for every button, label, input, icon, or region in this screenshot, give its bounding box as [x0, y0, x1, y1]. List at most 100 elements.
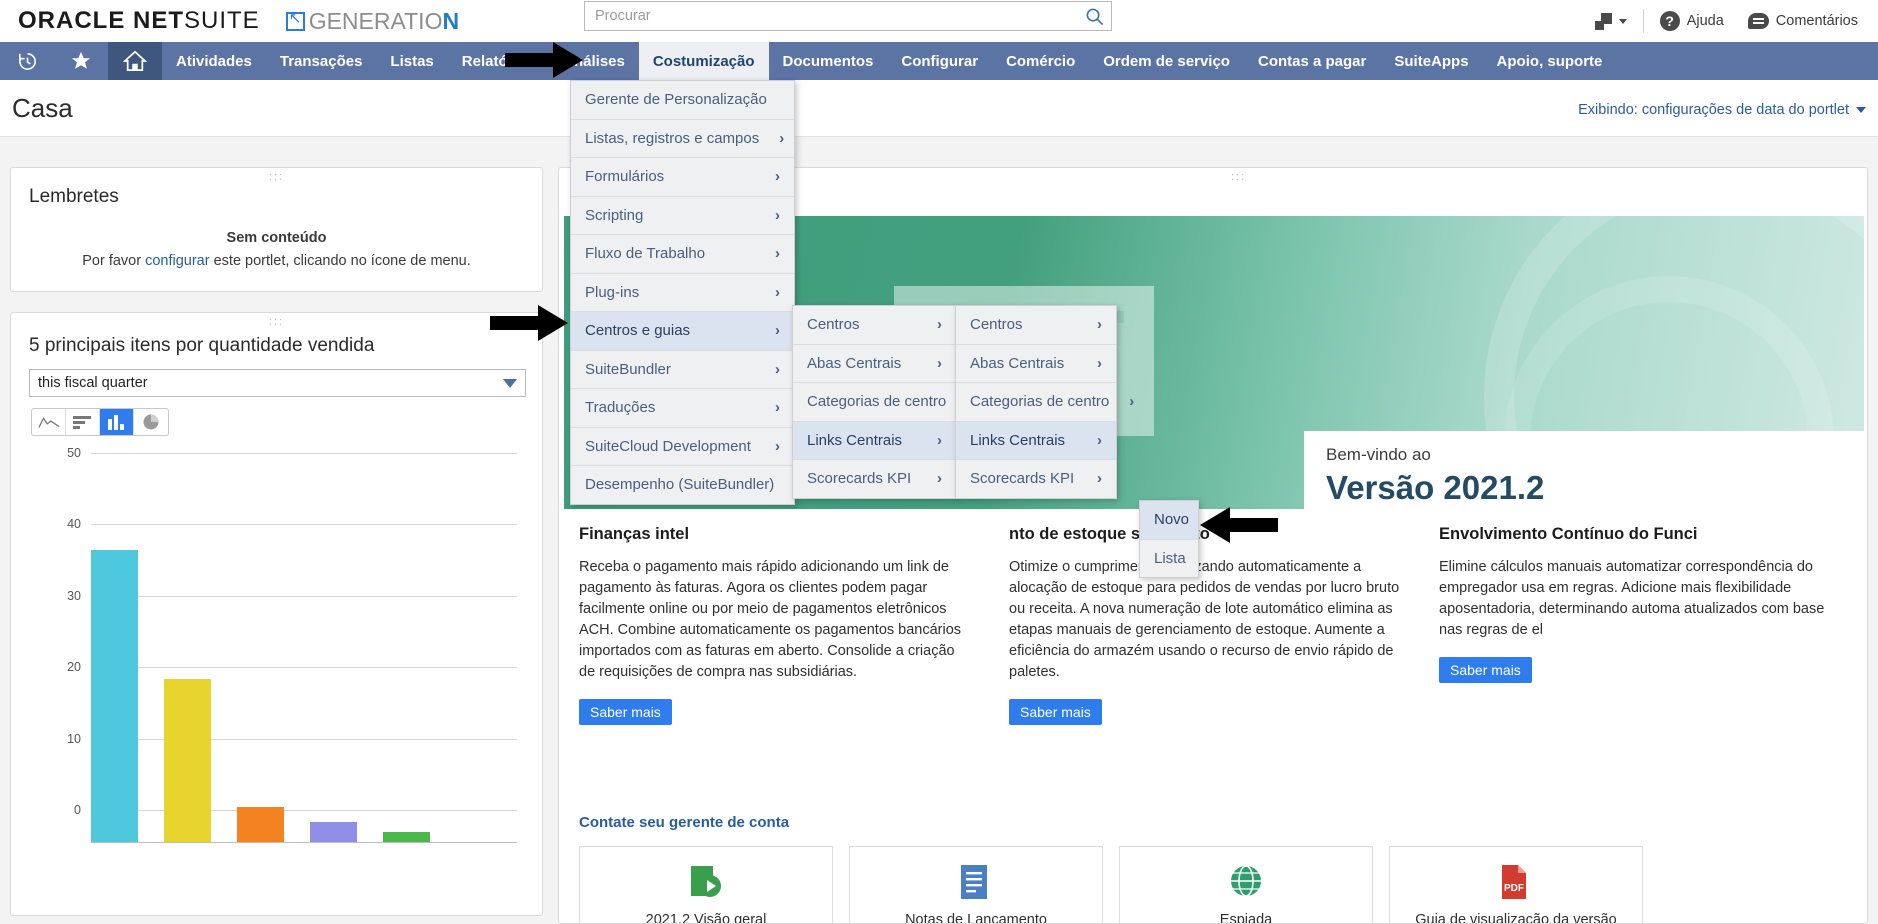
- search-submit-button[interactable]: [1077, 2, 1111, 30]
- submenu-item-scorecards-kpi[interactable]: Scorecards KPI›: [793, 460, 956, 498]
- nav-item-label: SuiteApps: [1394, 53, 1468, 70]
- column-chart-icon[interactable]: [100, 409, 134, 435]
- resource-tiles: 2021.2 Visão geralNotas de LançamentoEsp…: [579, 846, 1643, 924]
- main-navigation-bar: AtividadesTransaçõesListasRelatóriosAnál…: [0, 42, 1878, 80]
- help-button[interactable]: ? Ajuda: [1648, 11, 1736, 31]
- netsuite-wordmark-light: SUITE: [184, 7, 260, 34]
- area-chart-icon[interactable]: [32, 409, 66, 435]
- configure-link[interactable]: configurar: [145, 253, 209, 269]
- menu-item-suitebundler[interactable]: SuiteBundler›: [571, 351, 794, 389]
- chart-bar[interactable]: [310, 822, 357, 843]
- menu-item-label: Categorias de centro: [970, 393, 1109, 410]
- nav-item-atividades[interactable]: Atividades: [162, 42, 266, 80]
- submenu-item-centros[interactable]: Centros›: [793, 306, 956, 344]
- chart-bar[interactable]: [237, 807, 284, 843]
- action-item-novo[interactable]: Novo: [1140, 501, 1198, 539]
- saber-mais-button[interactable]: Saber mais: [579, 699, 672, 725]
- menu-item-label: Lista: [1154, 550, 1186, 567]
- chart-bars: [91, 486, 430, 843]
- release-column: Finanças intelReceba o pagamento mais rá…: [579, 523, 1009, 725]
- menu-item-tradu-es[interactable]: Traduções›: [571, 389, 794, 427]
- chart-bar[interactable]: [164, 679, 211, 843]
- nav-item-apoio-suporte[interactable]: Apoio, suporte: [1483, 42, 1617, 80]
- resource-tile[interactable]: PDFGuia de visualização da versão: [1389, 846, 1643, 924]
- period-select[interactable]: this fiscal quarter: [29, 369, 526, 397]
- centros-item-links-centrais[interactable]: Links Centrais›: [956, 422, 1116, 460]
- submenu-item-categorias-de-centro[interactable]: Categorias de centro›: [793, 383, 956, 421]
- nav-item-com-rcio[interactable]: Comércio: [992, 42, 1089, 80]
- chart-bar[interactable]: [91, 550, 138, 843]
- portlet-date-settings-toggle[interactable]: Exibindo: configurações de data do portl…: [1578, 102, 1866, 118]
- saber-mais-button[interactable]: Saber mais: [1439, 657, 1532, 683]
- submenu-item-abas-centrais[interactable]: Abas Centrais›: [793, 345, 956, 383]
- home-icon[interactable]: [108, 42, 162, 80]
- nav-item-transa-es[interactable]: Transações: [266, 42, 377, 80]
- menu-item-label: Centros: [970, 316, 1023, 333]
- chevron-down-icon: [1856, 107, 1866, 113]
- nav-item-ordem-de-servi-o[interactable]: Ordem de serviço: [1089, 42, 1244, 80]
- contact-account-manager-link[interactable]: Contate seu gerente de conta: [579, 814, 789, 831]
- nav-item-costumiza-o[interactable]: Costumização: [639, 42, 769, 80]
- tenant-name: GENERATIO: [309, 8, 443, 35]
- menu-item-gerente-de-personaliza-o[interactable]: Gerente de Personalização: [571, 81, 794, 119]
- empty-text-after: este portlet, clicando no ícone de menu.: [210, 253, 471, 269]
- menu-item-plug-ins[interactable]: Plug-ins›: [571, 274, 794, 312]
- portlet-drag-handle[interactable]: :::: [1231, 174, 1246, 180]
- nav-item-listas[interactable]: Listas: [376, 42, 447, 80]
- menu-item-desempenho-suitebundler[interactable]: Desempenho (SuiteBundler)›: [571, 466, 794, 504]
- nav-items: AtividadesTransaçõesListasRelatóriosAnál…: [162, 42, 1616, 80]
- portlet-drag-handle[interactable]: :::: [269, 174, 284, 180]
- release-column-body: Otimize o cumprimento priorizando automa…: [1009, 557, 1403, 683]
- menu-item-label: SuiteCloud Development: [585, 438, 751, 455]
- chart-x-axis: [91, 842, 517, 844]
- chevron-right-icon: ›: [755, 322, 780, 339]
- nav-item-suiteapps[interactable]: SuiteApps: [1380, 42, 1482, 80]
- gridline: [91, 453, 517, 454]
- arrow-pointing-centros-e-guias: [490, 303, 570, 343]
- menu-item-listas-registros-e-campos[interactable]: Listas, registros e campos›: [571, 120, 794, 158]
- nav-item-configurar[interactable]: Configurar: [887, 42, 992, 80]
- chevron-down-icon: [1619, 19, 1627, 24]
- search-input[interactable]: [585, 2, 1077, 30]
- centros-item-categorias-de-centro[interactable]: Categorias de centro›: [956, 383, 1116, 421]
- centros-item-centros[interactable]: Centros›: [956, 306, 1116, 344]
- menu-item-centros-e-guias[interactable]: Centros e guias›: [571, 312, 794, 350]
- resource-tile[interactable]: 2021.2 Visão geral: [579, 846, 833, 924]
- top-right-actions: ? Ajuda Comentários: [1583, 0, 1870, 42]
- chevron-right-icon: ›: [755, 284, 780, 301]
- resource-tile[interactable]: Notas de Lançamento: [849, 846, 1103, 924]
- menu-item-label: Abas Centrais: [807, 355, 901, 372]
- chevron-right-icon: ›: [917, 470, 942, 487]
- portlet-title: Lembretes: [29, 186, 119, 208]
- tenant-name-accent: N: [442, 8, 459, 35]
- menu-links-centrais-actions: Novo Lista: [1139, 500, 1199, 578]
- nav-item-documentos[interactable]: Documentos: [769, 42, 888, 80]
- pdf-icon: PDF: [1499, 864, 1533, 902]
- document-icon: [959, 864, 993, 902]
- resource-tile[interactable]: Espiada: [1119, 846, 1373, 924]
- pie-chart-icon[interactable]: [134, 409, 168, 435]
- menu-centros-e-guias: Centros›Abas Centrais›Categorias de cent…: [792, 305, 957, 499]
- saber-mais-button[interactable]: Saber mais: [1009, 699, 1102, 725]
- menu-item-label: Abas Centrais: [970, 355, 1064, 372]
- global-search[interactable]: [584, 1, 1112, 31]
- centros-item-abas-centrais[interactable]: Abas Centrais›: [956, 345, 1116, 383]
- menu-item-fluxo-de-trabalho[interactable]: Fluxo de Trabalho›: [571, 235, 794, 273]
- menu-item-label: Categorias de centro: [807, 393, 946, 410]
- feedback-button[interactable]: Comentários: [1736, 13, 1870, 29]
- recent-history-icon[interactable]: [0, 42, 54, 80]
- submenu-item-links-centrais[interactable]: Links Centrais›: [793, 422, 956, 460]
- menu-item-formul-rios[interactable]: Formulários›: [571, 158, 794, 196]
- portlet-drag-handle[interactable]: :::: [269, 319, 284, 325]
- centros-item-scorecards-kpi[interactable]: Scorecards KPI›: [956, 460, 1116, 498]
- menu-item-label: Scripting: [585, 207, 643, 224]
- quick-add-button[interactable]: [1583, 13, 1639, 30]
- menu-item-scripting[interactable]: Scripting›: [571, 197, 794, 235]
- nav-item-contas-a-pagar[interactable]: Contas a pagar: [1244, 42, 1380, 80]
- action-item-lista[interactable]: Lista: [1140, 540, 1198, 578]
- favorites-star-icon[interactable]: [54, 42, 108, 80]
- horizontal-bar-chart-icon[interactable]: [66, 409, 100, 435]
- menu-item-suitecloud-development[interactable]: SuiteCloud Development›: [571, 428, 794, 466]
- svg-text:PDF: PDF: [1504, 883, 1524, 894]
- release-column-body: Receba o pagamento mais rápido adicionan…: [579, 557, 973, 683]
